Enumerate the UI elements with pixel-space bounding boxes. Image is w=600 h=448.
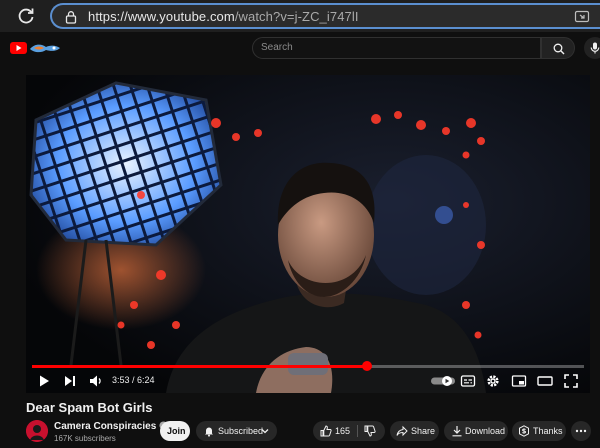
progress-played [32, 365, 368, 368]
subtitles-icon[interactable] [460, 373, 476, 389]
search-icon [553, 43, 565, 55]
subscriber-count: 167K subscribers [54, 434, 116, 443]
subscribed-label: Subscribed [218, 426, 264, 436]
video-player[interactable]: 3:53 / 6:24 [26, 75, 590, 393]
reload-icon[interactable] [16, 6, 36, 26]
address-bar[interactable]: https://www.youtube.com/watch?v=j-ZC_i74… [50, 3, 600, 29]
url-host: https://www.youtube.com [88, 9, 235, 24]
search-box[interactable]: Search [252, 37, 541, 59]
url-path: /watch?v=j-ZC_i747lI [234, 9, 359, 24]
time-current: 3:53 [112, 375, 130, 385]
super-thanks-icon [519, 425, 529, 437]
thumbs-up-icon[interactable] [320, 425, 332, 437]
search-button[interactable] [541, 37, 575, 59]
theater-mode-icon[interactable] [537, 373, 553, 389]
autoplay-toggle-icon[interactable] [430, 373, 456, 389]
download-button[interactable]: Download [444, 421, 508, 441]
download-label: Download [465, 426, 506, 436]
like-dislike-group: 165 [313, 421, 385, 441]
time-total: 6:24 [137, 375, 155, 385]
video-frame[interactable] [26, 75, 590, 393]
join-label: Join [167, 426, 186, 436]
channel-name[interactable]: Camera Conspiracies [54, 421, 168, 432]
join-button[interactable]: Join [160, 421, 190, 441]
voice-search-button[interactable] [584, 37, 600, 59]
channel-avatar-icon [26, 420, 48, 442]
volume-icon[interactable] [88, 373, 104, 389]
open-in-app-icon[interactable] [574, 9, 590, 25]
share-label: Share [411, 426, 436, 436]
settings-icon[interactable] [485, 373, 501, 389]
chevron-down-icon [261, 429, 269, 434]
next-icon[interactable] [62, 373, 78, 389]
youtube-logo[interactable] [10, 41, 62, 55]
miniplayer-icon[interactable] [511, 373, 527, 389]
thanks-label: Thanks [533, 426, 563, 436]
player-controls: 3:53 / 6:24 [26, 369, 590, 393]
share-button[interactable]: Share [390, 421, 439, 441]
like-count[interactable]: 165 [335, 426, 350, 436]
share-icon [396, 425, 408, 437]
lock-icon[interactable] [64, 10, 78, 24]
thumbs-down-icon[interactable] [364, 425, 376, 437]
like-divider [357, 425, 358, 437]
download-icon [452, 426, 462, 437]
more-actions-button[interactable] [571, 421, 591, 441]
play-icon[interactable] [36, 373, 52, 389]
fullscreen-icon[interactable] [563, 373, 579, 389]
thanks-button[interactable]: Thanks [512, 421, 566, 441]
browser-toolbar: https://www.youtube.com/watch?v=j-ZC_i74… [0, 0, 600, 32]
progress-bar[interactable] [32, 361, 584, 371]
more-horizontal-icon [575, 429, 587, 433]
channel-name-text[interactable]: Camera Conspiracies [54, 421, 156, 432]
url-text[interactable]: https://www.youtube.com/watch?v=j-ZC_i74… [88, 9, 359, 24]
video-title: Dear Spam Bot Girls [26, 400, 153, 415]
time-display: 3:53 / 6:24 [112, 375, 155, 385]
subscribed-button[interactable]: Subscribed [196, 421, 277, 441]
search-input[interactable]: Search [261, 42, 293, 53]
microphone-icon [590, 42, 600, 54]
channel-avatar[interactable] [26, 420, 48, 442]
bell-icon [205, 427, 213, 437]
site-header: Search [0, 32, 600, 62]
